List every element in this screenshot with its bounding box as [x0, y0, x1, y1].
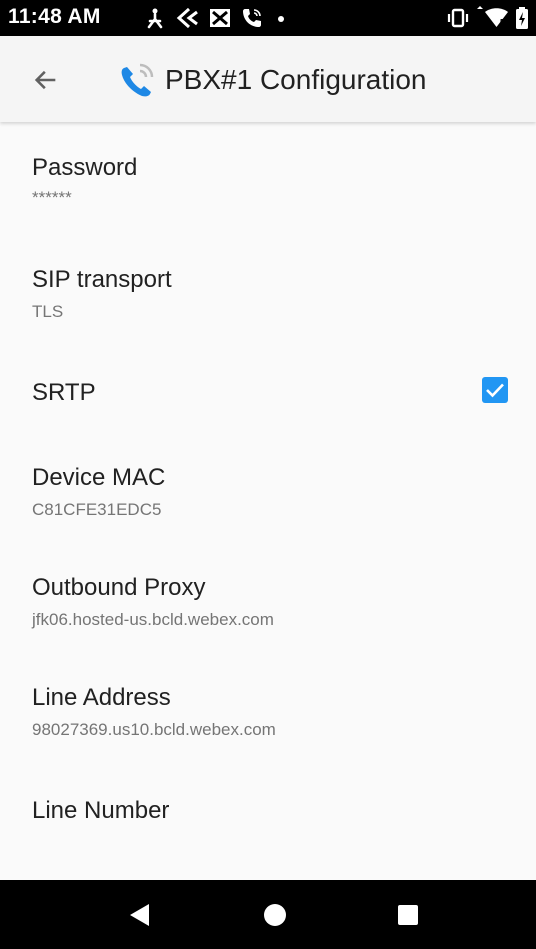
status-time: 11:48 AM [8, 5, 101, 28]
pref-title: Line Address [32, 684, 171, 711]
pref-line-number[interactable]: Line Number [0, 788, 536, 880]
pref-title: SIP transport [32, 266, 172, 293]
pref-outbound-proxy[interactable]: Outbound Proxy jfk06.hosted-us.bcld.webe… [0, 564, 536, 676]
pref-device-mac[interactable]: Device MAC C81CFE31EDC5 [0, 444, 536, 564]
dot-icon [278, 16, 284, 22]
mail-icon [210, 9, 230, 27]
wifi-icon: 5 [477, 6, 508, 27]
pref-summary: 98027369.us10.bcld.webex.com [32, 720, 276, 739]
srtp-checkbox[interactable] [482, 377, 508, 403]
navigation-bar [0, 880, 536, 949]
feedback-icon [176, 7, 198, 29]
pref-summary: ****** [32, 188, 72, 207]
pref-title: Device MAC [32, 464, 166, 491]
vibrate-icon [447, 8, 469, 28]
back-triangle-icon[interactable] [127, 902, 151, 928]
pref-title: Password [32, 154, 138, 181]
pref-summary: TLS [32, 302, 64, 321]
page-title: PBX#1 Configuration [165, 64, 427, 95]
arrow-back-icon[interactable] [32, 66, 60, 94]
phone-call-icon [243, 9, 261, 27]
pref-summary: C81CFE31EDC5 [32, 500, 162, 519]
phone-wave-icon [121, 63, 154, 97]
home-circle-icon[interactable] [262, 902, 288, 928]
recents-square-icon[interactable] [396, 902, 420, 928]
accessibility-icon [147, 8, 163, 29]
svg-text:5: 5 [500, 18, 505, 27]
pref-summary: jfk06.hosted-us.bcld.webex.com [32, 610, 274, 629]
checkmark-icon [486, 383, 504, 398]
pref-title: Line Number [32, 797, 170, 824]
pref-title: Outbound Proxy [32, 574, 206, 601]
pref-sip-transport[interactable]: SIP transport TLS [0, 234, 536, 349]
pref-line-address[interactable]: Line Address 98027369.us10.bcld.webex.co… [0, 676, 536, 788]
app-bar: PBX#1 Configuration [0, 36, 536, 122]
status-bar: 11:48 AM 5 [0, 0, 536, 36]
battery-charging-icon [516, 7, 528, 29]
pref-title: SRTP [32, 379, 96, 406]
pref-srtp[interactable]: SRTP [0, 349, 536, 444]
pref-password[interactable]: Password ****** [0, 122, 536, 234]
